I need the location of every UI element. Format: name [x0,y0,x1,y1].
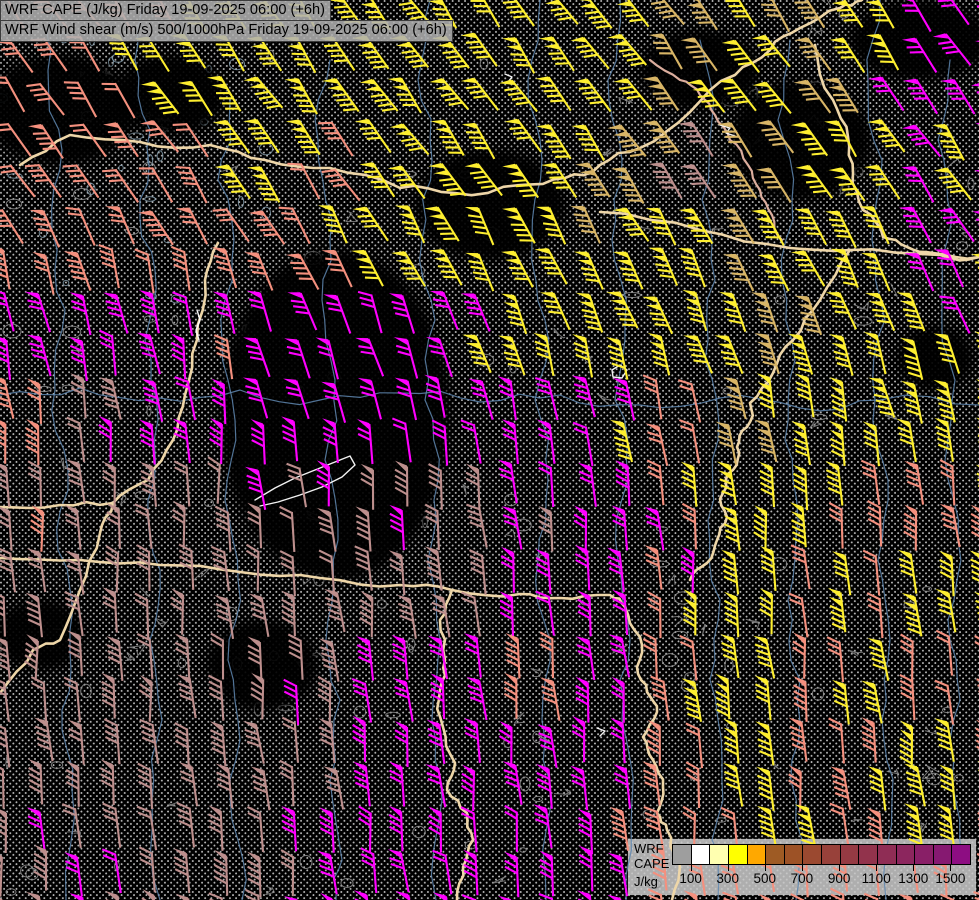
legend-label-cape: CAPE [634,857,669,870]
cape-color-cell-5 [766,845,785,864]
legend-label-units: J/kg [634,875,658,888]
cape-tick-label: 1500 [928,871,972,886]
cape-color-cell-3 [729,845,748,864]
cape-color-cell-15 [952,845,970,864]
cape-legend: WRF CAPE J/kg 10030050070090011001300150… [627,838,977,896]
cape-color-cell-13 [915,845,934,864]
map-title-windshear: WRF Wind shear (m/s) 500/1000hPa Friday … [0,20,453,42]
cape-tick-mark [950,864,951,871]
cape-color-cell-14 [934,845,953,864]
cape-color-cell-4 [748,845,767,864]
cape-tick-mark [876,864,877,871]
map-title-cape: WRF CAPE (J/kg) Friday 19-09-2025 06:00 … [0,0,331,22]
cape-tick-mark [802,864,803,871]
cape-tick-mark [839,864,840,871]
legend-label-wrf: WRF [634,842,664,855]
cape-tick-mark [691,864,692,871]
cape-color-cell-0 [673,845,692,864]
cape-color-cell-6 [785,845,804,864]
cape-color-cell-12 [897,845,916,864]
cape-color-cell-11 [878,845,897,864]
cape-tick-mark [728,864,729,871]
wrf-map [0,0,979,900]
cape-color-cell-1 [692,845,711,864]
map-title-windshear-text: WRF Wind shear (m/s) 500/1000hPa Friday … [5,22,447,38]
cape-colorbar [672,844,971,865]
cape-tick-mark [913,864,914,871]
cape-tick-mark [765,864,766,871]
wrf-weather-map-view: WRF CAPE J/kg 10030050070090011001300150… [0,0,979,900]
wind-shear-barbs [0,0,979,900]
cape-color-cell-2 [710,845,729,864]
map-title-cape-text: WRF CAPE (J/kg) Friday 19-09-2025 06:00 … [5,2,325,18]
cape-color-cell-8 [822,845,841,864]
cape-color-cell-9 [841,845,860,864]
cape-color-cell-7 [803,845,822,864]
cape-color-cell-10 [859,845,878,864]
